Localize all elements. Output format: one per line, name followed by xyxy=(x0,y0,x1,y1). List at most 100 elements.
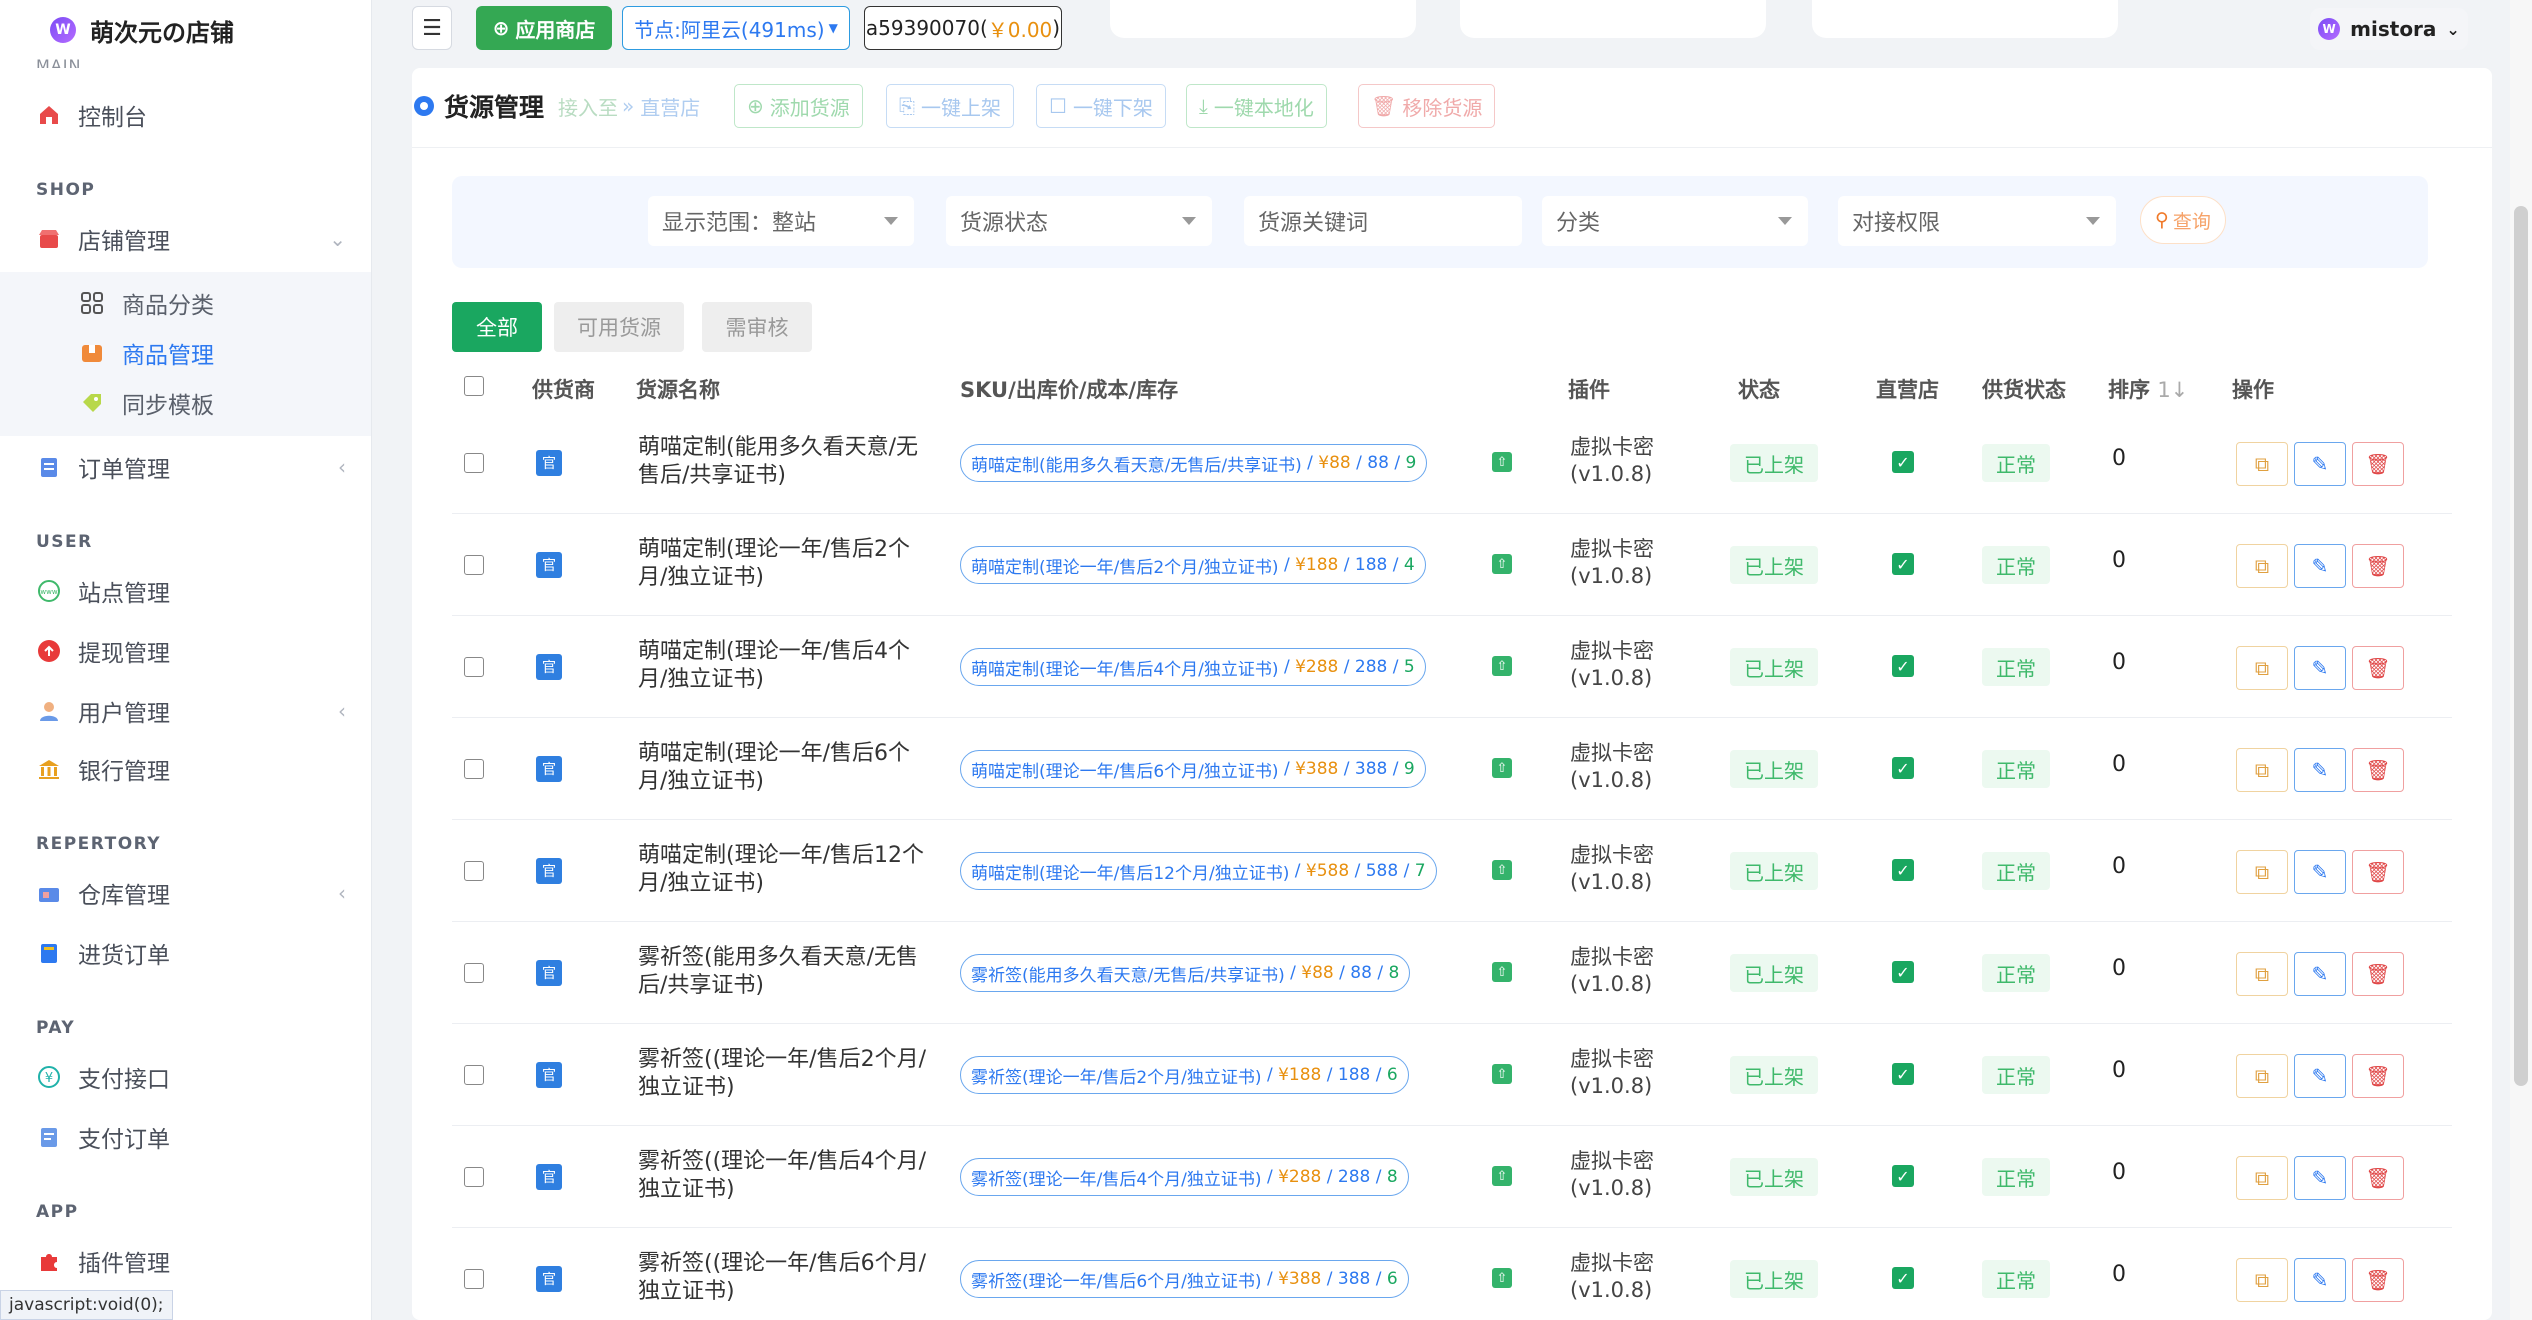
edit-button[interactable]: ✎ xyxy=(2294,952,2346,996)
row-checkbox[interactable] xyxy=(464,1269,484,1289)
user-menu[interactable]: W mistora ⌄ xyxy=(2310,8,2468,50)
upload-icon[interactable]: ⇧ xyxy=(1492,860,1512,880)
sidebar-item-dashboard[interactable]: 控制台 xyxy=(0,90,371,140)
sku-badge[interactable]: 萌喵定制(理论一年/售后6个月/独立证书) / ¥388 / 388 / 9 xyxy=(960,750,1426,788)
copy-button[interactable]: ⧉ xyxy=(2236,646,2288,690)
keyword-input[interactable]: 货源关键词 xyxy=(1244,196,1522,246)
sort-value[interactable]: 0 xyxy=(2112,956,2126,981)
direct-store-checkbox[interactable]: ✓ xyxy=(1892,961,1914,983)
copy-button[interactable]: ⧉ xyxy=(2236,1156,2288,1200)
sort-value[interactable]: 0 xyxy=(2112,650,2126,675)
sku-badge[interactable]: 雾祈签(理论一年/售后2个月/独立证书) / ¥188 / 188 / 6 xyxy=(960,1056,1409,1094)
row-checkbox[interactable] xyxy=(464,453,484,473)
col-sort[interactable]: 排序 1↓ xyxy=(2108,374,2188,404)
row-checkbox[interactable] xyxy=(464,759,484,779)
status-select[interactable]: 货源状态 xyxy=(946,196,1212,246)
sort-value[interactable]: 0 xyxy=(2112,1160,2126,1185)
offshelf-button[interactable]: ☐ 一键下架 xyxy=(1036,84,1166,128)
sort-value[interactable]: 0 xyxy=(2112,752,2126,777)
direct-store-button[interactable]: » 直营店 xyxy=(622,84,701,128)
node-select-button[interactable]: 节点:阿里云(491ms) ▼ xyxy=(622,6,850,50)
edit-button[interactable]: ✎ xyxy=(2294,646,2346,690)
sidebar-item-bank[interactable]: 银行管理 xyxy=(0,744,371,794)
menu-toggle-button[interactable]: ☰ xyxy=(412,6,452,50)
row-checkbox[interactable] xyxy=(464,1167,484,1187)
sidebar-item-goods[interactable]: 商品管理 xyxy=(0,330,371,376)
row-checkbox[interactable] xyxy=(464,555,484,575)
sku-badge[interactable]: 萌喵定制(理论一年/售后12个月/独立证书) / ¥588 / 588 / 7 xyxy=(960,852,1437,890)
sku-badge[interactable]: 萌喵定制(能用多久看天意/无售后/共享证书) / ¥88 / 88 / 9 xyxy=(960,444,1428,482)
select-all-checkbox[interactable] xyxy=(464,376,484,396)
sort-value[interactable]: 0 xyxy=(2112,854,2126,879)
category-select[interactable]: 分类 xyxy=(1542,196,1808,246)
direct-store-checkbox[interactable]: ✓ xyxy=(1892,757,1914,779)
upload-icon[interactable]: ⇧ xyxy=(1492,962,1512,982)
sort-value[interactable]: 0 xyxy=(2112,1058,2126,1083)
copy-button[interactable]: ⧉ xyxy=(2236,1258,2288,1302)
import-to-button[interactable]: 接入至 xyxy=(558,84,618,128)
row-checkbox[interactable] xyxy=(464,963,484,983)
scope-select[interactable]: 显示范围：整站 xyxy=(648,196,914,246)
sidebar-item-plugins[interactable]: 插件管理 xyxy=(0,1236,371,1286)
sidebar-item-category[interactable]: 商品分类 xyxy=(0,280,371,326)
delete-button[interactable]: 🗑 xyxy=(2352,748,2404,792)
sidebar-item-purchase[interactable]: 进货订单 xyxy=(0,928,371,978)
delete-button[interactable]: 🗑 xyxy=(2352,1156,2404,1200)
sku-badge[interactable]: 雾祈签(能用多久看天意/无售后/共享证书) / ¥88 / 88 / 8 xyxy=(960,954,1411,992)
edit-button[interactable]: ✎ xyxy=(2294,1054,2346,1098)
sidebar-item-withdraw[interactable]: 提现管理 xyxy=(0,626,371,676)
edit-button[interactable]: ✎ xyxy=(2294,1258,2346,1302)
scrollbar[interactable] xyxy=(2510,0,2532,1320)
sort-value[interactable]: 0 xyxy=(2112,1262,2126,1287)
onshelf-button[interactable]: ⎘ 一键上架 xyxy=(886,84,1014,128)
upload-icon[interactable]: ⇧ xyxy=(1492,452,1512,472)
delete-button[interactable]: 🗑 xyxy=(2352,952,2404,996)
copy-button[interactable]: ⧉ xyxy=(2236,952,2288,996)
sort-value[interactable]: 0 xyxy=(2112,446,2126,471)
sort-value[interactable]: 0 xyxy=(2112,548,2126,573)
sidebar-item-payapi[interactable]: ¥ 支付接口 xyxy=(0,1052,371,1102)
delete-button[interactable]: 🗑 xyxy=(2352,1054,2404,1098)
direct-store-checkbox[interactable]: ✓ xyxy=(1892,1267,1914,1289)
copy-button[interactable]: ⧉ xyxy=(2236,442,2288,486)
upload-icon[interactable]: ⇧ xyxy=(1492,554,1512,574)
sku-badge[interactable]: 雾祈签(理论一年/售后4个月/独立证书) / ¥288 / 288 / 8 xyxy=(960,1158,1409,1196)
direct-store-checkbox[interactable]: ✓ xyxy=(1892,553,1914,575)
upload-icon[interactable]: ⇧ xyxy=(1492,1064,1512,1084)
direct-store-checkbox[interactable]: ✓ xyxy=(1892,451,1914,473)
direct-store-checkbox[interactable]: ✓ xyxy=(1892,655,1914,677)
row-checkbox[interactable] xyxy=(464,861,484,881)
tab-review[interactable]: 需审核 xyxy=(702,302,812,352)
delete-button[interactable]: 🗑 xyxy=(2352,646,2404,690)
sidebar-item-store[interactable]: 店铺管理 ⌄ xyxy=(0,214,371,264)
sku-badge[interactable]: 萌喵定制(理论一年/售后2个月/独立证书) / ¥188 / 188 / 4 xyxy=(960,546,1426,584)
tab-available[interactable]: 可用货源 xyxy=(554,302,684,352)
permission-select[interactable]: 对接权限 xyxy=(1838,196,2116,246)
delete-button[interactable]: 🗑 xyxy=(2352,850,2404,894)
sku-badge[interactable]: 萌喵定制(理论一年/售后4个月/独立证书) / ¥288 / 288 / 5 xyxy=(960,648,1426,686)
row-checkbox[interactable] xyxy=(464,657,484,677)
tab-all[interactable]: 全部 xyxy=(452,302,542,352)
sidebar-item-sites[interactable]: www 站点管理 xyxy=(0,566,371,616)
app-store-button[interactable]: ⊕ 应用商店 xyxy=(476,6,612,50)
direct-store-checkbox[interactable]: ✓ xyxy=(1892,1165,1914,1187)
sidebar-item-warehouse[interactable]: 仓库管理 ‹ xyxy=(0,868,371,918)
delete-button[interactable]: 🗑 xyxy=(2352,1258,2404,1302)
localize-button[interactable]: ⤓ 一键本地化 xyxy=(1186,84,1327,128)
sidebar-item-template[interactable]: 同步模板 xyxy=(0,380,371,426)
query-button[interactable]: ⚲ 查询 xyxy=(2140,196,2226,244)
edit-button[interactable]: ✎ xyxy=(2294,442,2346,486)
remove-source-button[interactable]: 🗑 移除货源 xyxy=(1358,84,1496,128)
sidebar-item-orders[interactable]: 订单管理 ‹ xyxy=(0,442,371,492)
delete-button[interactable]: 🗑 xyxy=(2352,544,2404,588)
account-balance-button[interactable]: a59390070( ￥0.00 ) xyxy=(864,6,1062,50)
edit-button[interactable]: ✎ xyxy=(2294,850,2346,894)
copy-button[interactable]: ⧉ xyxy=(2236,748,2288,792)
direct-store-checkbox[interactable]: ✓ xyxy=(1892,1063,1914,1085)
copy-button[interactable]: ⧉ xyxy=(2236,1054,2288,1098)
sku-badge[interactable]: 雾祈签(理论一年/售后6个月/独立证书) / ¥388 / 388 / 6 xyxy=(960,1260,1409,1298)
edit-button[interactable]: ✎ xyxy=(2294,544,2346,588)
copy-button[interactable]: ⧉ xyxy=(2236,850,2288,894)
delete-button[interactable]: 🗑 xyxy=(2352,442,2404,486)
upload-icon[interactable]: ⇧ xyxy=(1492,758,1512,778)
